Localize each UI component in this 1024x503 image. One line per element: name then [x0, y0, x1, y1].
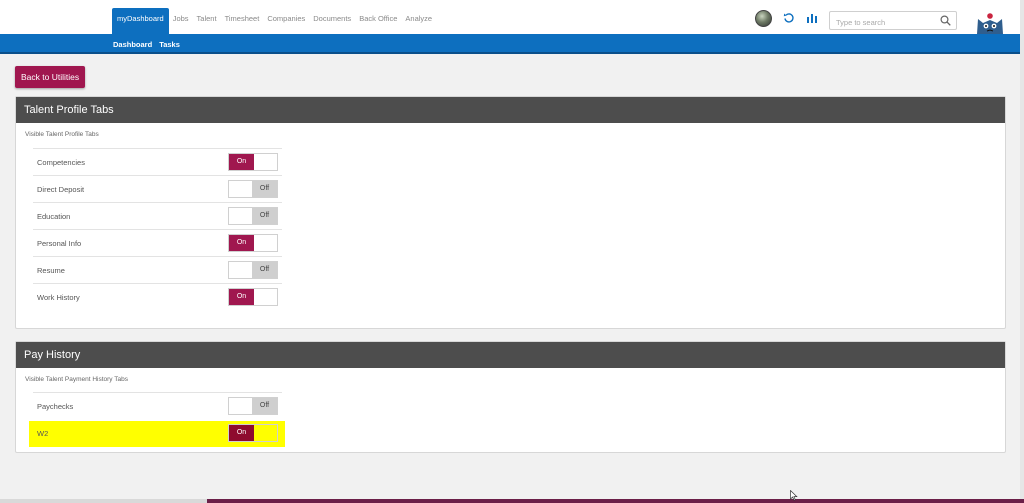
panel-subtitle: Visible Talent Payment History Tabs: [25, 376, 128, 383]
toggle-row: Competencies On: [33, 148, 282, 175]
nav-timesheet[interactable]: Timesheet: [221, 8, 264, 34]
back-to-utilities-button[interactable]: Back to Utilities: [15, 66, 86, 88]
row-label: Resume: [37, 266, 65, 275]
toggle-row: Work History On: [33, 283, 282, 310]
stats-icon[interactable]: [806, 12, 818, 24]
subnav-dashboard[interactable]: Dashboard: [113, 40, 152, 49]
pay-history-panel: Pay History Visible Talent Payment Histo…: [15, 341, 1006, 453]
globe-icon[interactable]: [755, 10, 772, 27]
toggle-state: On: [229, 425, 254, 441]
sub-nav-bar: Dashboard Tasks: [0, 34, 1020, 54]
toggle-state: Off: [252, 262, 277, 278]
toggle-state: On: [229, 154, 254, 170]
toggle-switch[interactable]: On: [228, 234, 278, 252]
toggle-switch[interactable]: Off: [228, 397, 278, 415]
main-nav: myDashboard Jobs Talent Timesheet Compan…: [112, 8, 436, 34]
toggle-state: On: [229, 235, 254, 251]
toggle-state: Off: [252, 181, 277, 197]
cursor-icon: [790, 490, 798, 501]
top-nav-bar: myDashboard Jobs Talent Timesheet Compan…: [0, 0, 1020, 34]
row-label: Paychecks: [37, 402, 74, 411]
panel-subtitle: Visible Talent Profile Tabs: [25, 131, 99, 138]
refresh-icon[interactable]: [783, 12, 795, 24]
toggle-state: Off: [252, 208, 277, 224]
toggle-switch[interactable]: Off: [228, 207, 278, 225]
nav-talent[interactable]: Talent: [193, 8, 221, 34]
toggle-switch[interactable]: On: [228, 153, 278, 171]
search-input[interactable]: [830, 14, 930, 31]
search-icon[interactable]: [940, 15, 951, 26]
toggle-row: Personal Info On: [33, 229, 282, 256]
toggle-switch[interactable]: Off: [228, 261, 278, 279]
row-label: W2: [37, 429, 49, 438]
scrollbar-track[interactable]: [1020, 0, 1024, 503]
taskbar-segment: [0, 499, 207, 503]
toggle-row: W2 On: [33, 419, 282, 446]
taskbar-strip: [0, 499, 1024, 503]
nav-analyze[interactable]: Analyze: [401, 8, 436, 34]
row-label: Direct Deposit: [37, 185, 85, 194]
search-box[interactable]: [829, 11, 957, 31]
subnav-tasks[interactable]: Tasks: [159, 40, 180, 49]
nav-companies[interactable]: Companies: [263, 8, 309, 34]
sub-nav: Dashboard Tasks: [113, 40, 180, 49]
row-label: Personal Info: [37, 239, 82, 248]
nav-back-office[interactable]: Back Office: [355, 8, 401, 34]
nav-jobs[interactable]: Jobs: [169, 8, 193, 34]
toggle-state: Off: [252, 398, 277, 414]
nav-documents[interactable]: Documents: [309, 8, 355, 34]
row-label: Competencies: [37, 158, 85, 167]
toggle-row: Direct Deposit Off: [33, 175, 282, 202]
nav-mydashboard[interactable]: myDashboard: [112, 8, 169, 34]
talent-profile-panel: Talent Profile Tabs Visible Talent Profi…: [15, 96, 1006, 329]
toggle-row: Education Off: [33, 202, 282, 229]
toggle-switch[interactable]: On: [228, 424, 278, 442]
mascot-icon: [977, 13, 1003, 34]
toggle-state: On: [229, 289, 254, 305]
toggle-switch[interactable]: Off: [228, 180, 278, 198]
toggle-row: Resume Off: [33, 256, 282, 283]
toggle-switch[interactable]: On: [228, 288, 278, 306]
panel-title: Talent Profile Tabs: [16, 97, 1005, 123]
toggle-row: Paychecks Off: [33, 392, 282, 419]
row-label: Work History: [37, 293, 80, 302]
row-label: Education: [37, 212, 71, 221]
panel-title: Pay History: [16, 342, 1005, 368]
